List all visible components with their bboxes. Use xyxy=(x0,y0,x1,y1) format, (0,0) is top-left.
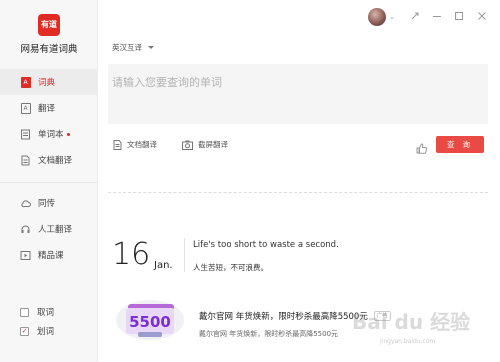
headset-icon xyxy=(20,224,31,235)
chevron-down-icon[interactable]: ⌄ xyxy=(389,11,395,23)
sidebar-item-dictionary[interactable]: A 词典 xyxy=(0,69,98,95)
option-capture-word[interactable]: 取词 xyxy=(20,306,54,318)
doc-translate-label: 文档翻译 xyxy=(127,140,157,149)
avatar[interactable] xyxy=(368,8,386,26)
ad-subtitle[interactable]: 戴尔官网 年货焕新，限时秒杀最高降5500元 xyxy=(199,329,338,339)
query-button[interactable]: 查 询 xyxy=(436,136,484,153)
capture-word-checkbox[interactable] xyxy=(20,307,29,317)
divider xyxy=(0,182,98,183)
play-icon xyxy=(20,250,31,261)
ad-image[interactable]: 5500 xyxy=(114,294,186,342)
ad-title-text: 戴尔官网 年货焕新，限时秒杀最高降5500元 xyxy=(199,312,368,322)
document-icon xyxy=(20,155,31,166)
sidebar-item-simultaneous[interactable]: 同传 xyxy=(0,190,98,216)
sidebar-item-human-translate[interactable]: 人工翻译 xyxy=(0,216,98,242)
watermark-url: jingyan.baidu.com xyxy=(380,338,436,345)
daily-quote-cn: 人生苦短，不可浪费。 xyxy=(193,263,268,272)
sidebar-item-courses[interactable]: 精品课 xyxy=(0,242,98,268)
minimize-icon[interactable] xyxy=(432,11,442,25)
daily-quote-en[interactable]: Life's too short to waste a second. xyxy=(193,240,339,250)
notification-dot xyxy=(66,132,70,136)
ad-image-text: 5500 xyxy=(129,313,171,331)
doc-translate-button[interactable]: 文档翻译 xyxy=(113,139,157,150)
sidebar-item-label: 翻译 xyxy=(38,104,56,114)
sidebar-item-doc-translate[interactable]: 文档翻译 xyxy=(0,147,98,173)
divider xyxy=(108,192,488,193)
search-area xyxy=(108,64,488,124)
sidebar-item-label: 人工翻译 xyxy=(38,225,73,235)
sidebar-item-label: 精品课 xyxy=(38,251,64,261)
sidebar-item-label: 同传 xyxy=(38,199,56,209)
select-word-checkbox[interactable]: ✓ xyxy=(20,326,29,336)
app-logo: 有道 xyxy=(38,14,60,36)
pin-icon[interactable] xyxy=(410,11,420,25)
watermark: Bai du 经验 xyxy=(352,310,471,334)
thumbs-up-icon[interactable] xyxy=(416,139,428,158)
caret-down-icon xyxy=(148,46,154,49)
option-select-word[interactable]: ✓ 划词 xyxy=(20,325,54,337)
screenshot-translate-label: 截屏翻译 xyxy=(198,140,228,149)
sidebar-item-wordbook[interactable]: 单词本 xyxy=(0,121,98,147)
option-label: 取词 xyxy=(37,308,55,318)
daily-day: 16 xyxy=(112,237,151,272)
language-selector[interactable]: 英汉互译 xyxy=(112,42,154,53)
sidebar-item-label: 单词本 xyxy=(38,130,64,140)
screenshot-icon xyxy=(182,140,193,150)
maximize-icon[interactable] xyxy=(454,11,464,25)
option-label: 划词 xyxy=(37,327,55,337)
sidebar-item-translate[interactable]: A 翻译 xyxy=(0,95,98,121)
screenshot-translate-button[interactable]: 截屏翻译 xyxy=(182,139,228,150)
sidebar-item-label: 文档翻译 xyxy=(38,156,73,166)
sidebar-item-label: 词典 xyxy=(38,78,56,88)
close-icon[interactable] xyxy=(477,11,487,25)
wordbook-icon xyxy=(20,129,31,140)
sidebar: 有道 网易有道词典 A 词典 A 翻译 单词本 文档翻译 同传 人工翻译 精品课… xyxy=(0,0,98,362)
search-input[interactable] xyxy=(112,72,472,92)
daily-month: Jan. xyxy=(154,260,173,271)
divider xyxy=(184,238,185,272)
app-name: 网易有道词典 xyxy=(20,44,78,55)
translate-icon: A xyxy=(20,102,31,114)
dictionary-icon: A xyxy=(20,76,31,88)
language-label: 英汉互译 xyxy=(112,43,142,52)
cloud-icon xyxy=(20,198,31,209)
document-icon xyxy=(113,139,122,150)
